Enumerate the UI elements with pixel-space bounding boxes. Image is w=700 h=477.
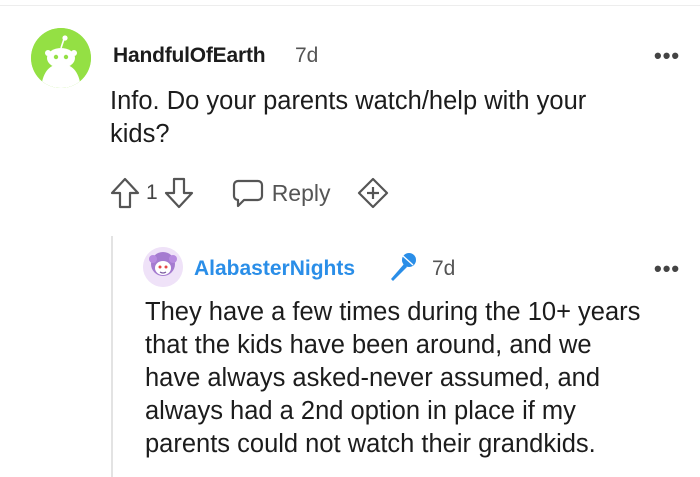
add-award-icon — [357, 177, 388, 209]
comment-body-line: parents could not watch their grandkids. — [145, 430, 596, 458]
snoo-avatar-icon — [31, 28, 91, 88]
comment-body-line: always had a 2nd option in place if my — [145, 397, 576, 425]
comment-actions: 1 Reply — [110, 176, 389, 210]
more-dots-icon[interactable]: ••• — [654, 258, 680, 280]
comment-body-line: that the kids have been around, and we — [145, 331, 592, 359]
downvote-button[interactable] — [164, 177, 194, 209]
custom-avatar-icon — [143, 247, 183, 287]
comment-age: 7d — [295, 44, 319, 67]
comment-author[interactable]: AlabasterNights — [194, 257, 355, 281]
vote-count: 1 — [146, 181, 158, 204]
comment-body-line: Info. Do your parents watch/help with yo… — [110, 87, 587, 115]
user-avatar[interactable] — [143, 247, 183, 287]
arrow-up-icon — [110, 177, 140, 209]
comment-age: 7d — [432, 257, 456, 280]
comment-body-line: kids? — [110, 120, 170, 148]
arrow-down-icon — [164, 177, 193, 209]
microphone-icon — [391, 253, 416, 281]
user-avatar[interactable] — [31, 28, 91, 88]
upvote-button[interactable] — [110, 177, 140, 209]
reply-label: Reply — [271, 179, 331, 206]
more-dots-icon[interactable]: ••• — [654, 45, 680, 67]
thread-line[interactable] — [111, 236, 113, 477]
reply-button[interactable]: Reply — [232, 178, 331, 208]
comment-author[interactable]: HandfulOfEarth — [113, 44, 266, 68]
comment-body-line: They have a few times during the 10+ yea… — [145, 298, 641, 326]
top-divider — [0, 5, 700, 6]
comment-body-line: have always asked-never assumed, and — [145, 364, 601, 392]
user-badge — [385, 250, 419, 289]
award-button[interactable] — [357, 177, 389, 209]
speech-bubble-icon — [232, 179, 263, 208]
